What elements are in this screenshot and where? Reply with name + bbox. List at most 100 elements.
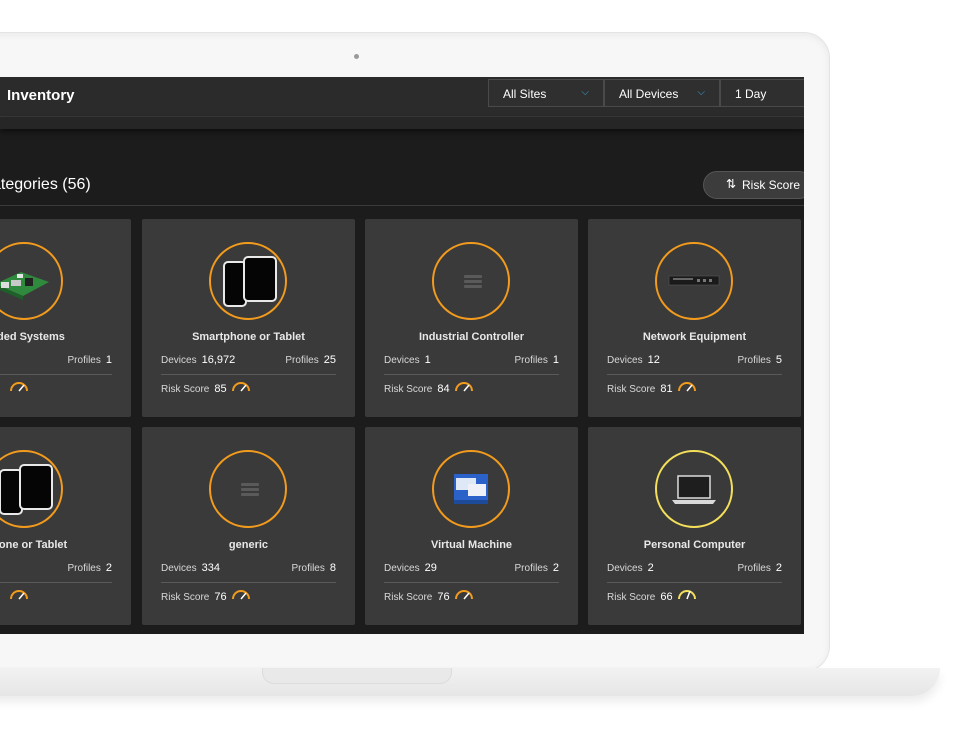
category-name: Industrial Controller — [418, 331, 525, 343]
card-separator — [0, 582, 112, 583]
category-icon-circle — [432, 242, 510, 320]
profiles-label: Profiles — [291, 563, 325, 574]
category-name: Smartphone or Tablet — [192, 331, 305, 343]
risk-gauge-icon — [455, 382, 473, 392]
devices-label: Devices — [161, 355, 197, 366]
risk-score-label: Risk Score — [161, 384, 210, 395]
app-screen: Inventory All Sites ⌵ All Devices ⌵ 1 Da… — [0, 77, 804, 634]
category-name: edded Systems — [0, 331, 65, 343]
profiles-label: Profiles — [514, 563, 548, 574]
circuit-board-icon — [0, 272, 49, 300]
devices-label: Devices — [161, 563, 197, 574]
profiles-count: 8 — [329, 562, 336, 574]
card-separator — [384, 374, 559, 375]
card-separator — [161, 582, 336, 583]
category-card[interactable]: Virtual Machine Devices 29 Profiles 2 Risk… — [365, 427, 578, 625]
chevron-down-icon: ⌵ — [697, 87, 705, 98]
card-separator — [161, 374, 336, 375]
risk-gauge-icon — [232, 590, 250, 600]
section-title: ategories (56) — [0, 176, 91, 193]
card-separator — [607, 582, 782, 583]
category-card[interactable]: Personal Computer Devices 2 Profiles 2 Ris… — [588, 427, 801, 625]
camera-dot — [354, 54, 359, 59]
page-title: Inventory — [7, 87, 75, 104]
time-range-filter[interactable]: 1 Day — [720, 79, 804, 107]
network-switch-icon — [668, 275, 720, 286]
risk-gauge-icon — [10, 382, 28, 392]
devices-label: Devices — [384, 563, 420, 574]
category-icon-circle — [655, 450, 733, 528]
sort-risk-score-button[interactable]: ⇅ Risk Score — [703, 171, 804, 199]
risk-score-label: Risk Score — [161, 592, 210, 603]
risk-gauge-icon — [678, 382, 696, 392]
laptop-notch — [262, 668, 452, 684]
risk-score-label: Risk Score — [607, 384, 656, 395]
profiles-label: Profiles — [737, 563, 771, 574]
category-icon-circle — [209, 242, 287, 320]
category-icon-circle — [0, 242, 63, 320]
sort-button-label: Risk Score — [742, 178, 801, 192]
laptop-icon — [672, 475, 716, 504]
devices-label: Devices — [607, 355, 643, 366]
category-card[interactable]: Industrial Controller Devices 1 Profiles 1… — [365, 219, 578, 417]
risk-score-value: 76 — [437, 591, 450, 603]
risk-score-value: 66 — [660, 591, 673, 603]
profiles-label: Profiles — [285, 355, 319, 366]
devices-filter[interactable]: All Devices ⌵ — [604, 79, 720, 107]
category-name: Network Equipment — [642, 331, 747, 343]
category-icon-circle — [209, 450, 287, 528]
profiles-count: 1 — [105, 354, 112, 366]
profiles-label: Profiles — [737, 355, 771, 366]
sub-bar — [0, 117, 804, 129]
sites-filter[interactable]: All Sites ⌵ — [488, 79, 604, 107]
profiles-count: 5 — [775, 354, 782, 366]
profiles-count: 2 — [105, 562, 112, 574]
risk-gauge-icon — [10, 590, 28, 600]
category-card[interactable]: generic Devices 334 Profiles 8 Risk Score 7… — [142, 427, 355, 625]
sort-arrows-icon: ⇅ — [726, 177, 737, 191]
devices-label: Devices — [384, 355, 420, 366]
risk-score-label: Risk Score — [607, 592, 656, 603]
devices-count: 334 — [201, 562, 220, 574]
devices-filter-label: All Devices — [619, 87, 679, 101]
risk-score-value: 81 — [660, 383, 673, 395]
profiles-label: Profiles — [514, 355, 548, 366]
profiles-label: Profiles — [67, 563, 101, 574]
devices-count: 12 — [647, 354, 660, 366]
generic-device-icon — [464, 275, 482, 291]
category-name: tphone or Tablet — [0, 539, 68, 551]
devices-count: 29 — [424, 562, 437, 574]
devices-label: Devices — [607, 563, 643, 574]
profiles-label: Profiles — [67, 355, 101, 366]
card-separator — [607, 374, 782, 375]
devices-count: 2 — [647, 562, 654, 574]
divider — [0, 205, 804, 206]
risk-score-label: Risk Score — [384, 592, 433, 603]
generic-device-icon — [241, 483, 259, 499]
category-card[interactable]: Network Equipment Devices 12 Profiles 5 Ri… — [588, 219, 801, 417]
risk-score-label: Risk Score — [384, 384, 433, 395]
category-name: Virtual Machine — [430, 539, 513, 551]
profiles-count: 1 — [552, 354, 559, 366]
category-icon-circle — [432, 450, 510, 528]
devices-count: 16,972 — [201, 354, 236, 366]
profiles-count: 2 — [552, 562, 559, 574]
card-separator — [0, 374, 112, 375]
card-separator — [384, 582, 559, 583]
risk-gauge-icon — [455, 590, 473, 600]
category-card[interactable]: tphone or Tablet Profiles 2 — [0, 427, 131, 625]
category-card[interactable]: Smartphone or Tablet Devices 16,972 Profi… — [142, 219, 355, 417]
profiles-count: 2 — [775, 562, 782, 574]
category-card[interactable]: edded Systems Profiles 1 — [0, 219, 131, 417]
category-name: Personal Computer — [643, 539, 746, 551]
virtual-machine-icon — [454, 474, 488, 504]
top-bar: Inventory All Sites ⌵ All Devices ⌵ 1 Da… — [0, 77, 804, 117]
chevron-down-icon: ⌵ — [581, 87, 589, 98]
devices-count: 1 — [424, 354, 431, 366]
time-range-label: 1 Day — [735, 87, 767, 101]
profiles-count: 25 — [323, 354, 336, 366]
laptop-base — [0, 668, 940, 696]
risk-gauge-icon — [232, 382, 250, 392]
risk-gauge-icon — [678, 590, 696, 600]
risk-score-value: 76 — [214, 591, 227, 603]
